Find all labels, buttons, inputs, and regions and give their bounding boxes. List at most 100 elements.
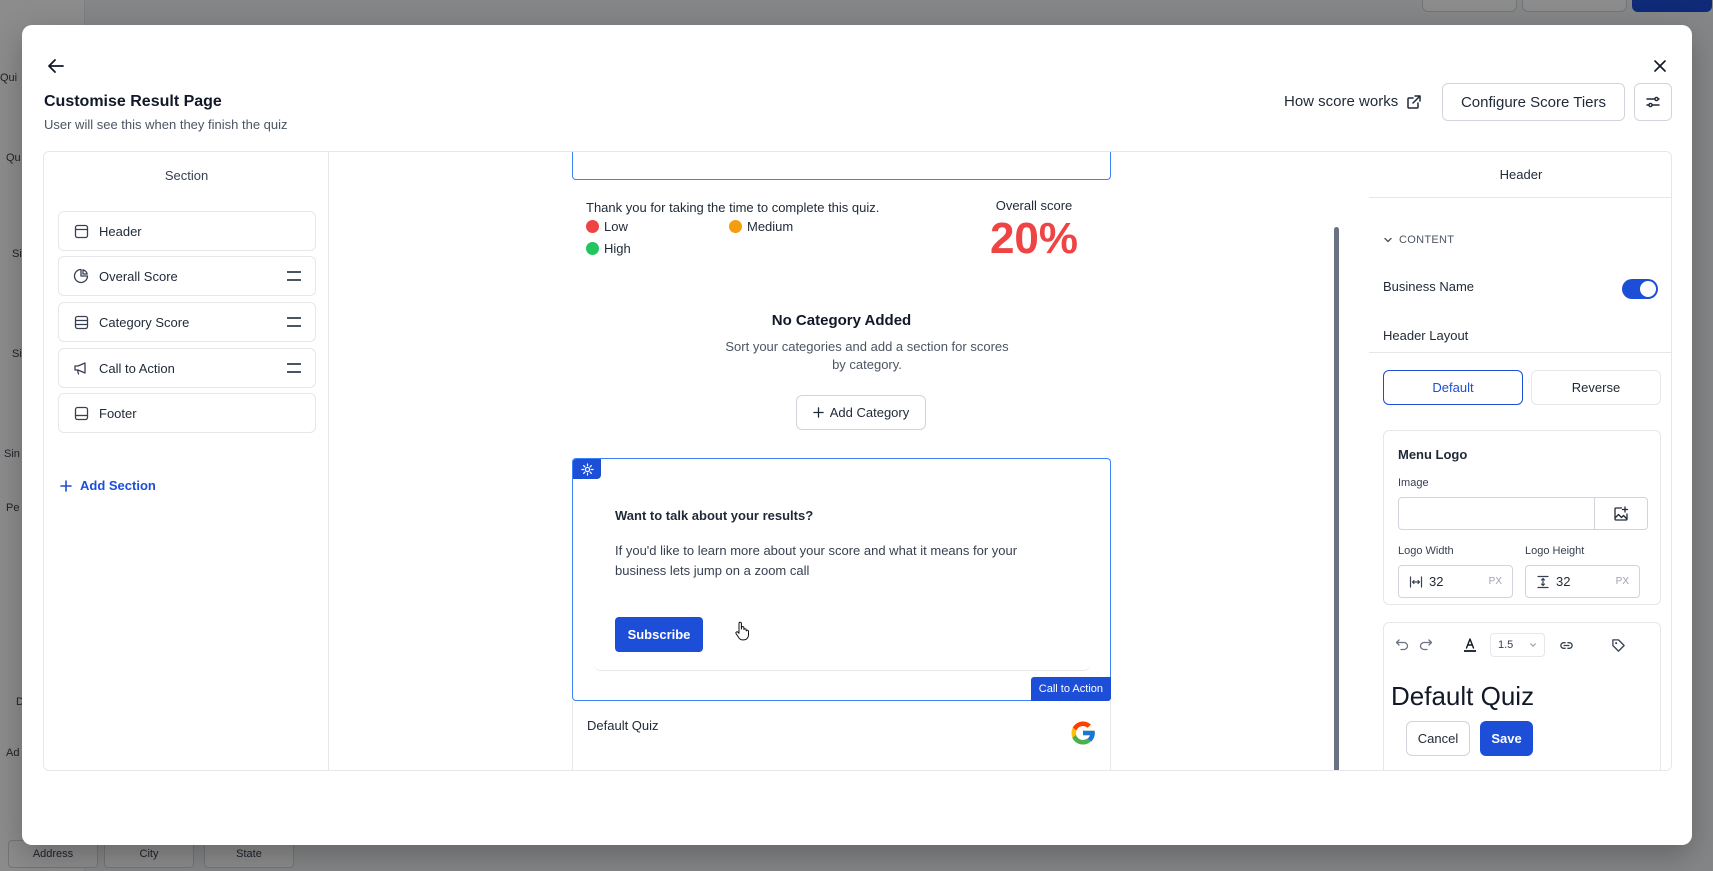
width-arrows-icon (1409, 575, 1423, 588)
modal-subtitle: User will see this when they finish the … (44, 117, 288, 132)
content-collapse-toggle[interactable]: CONTENT (1383, 234, 1454, 246)
close-button[interactable] (1646, 52, 1674, 80)
unit-label: PX (1615, 576, 1629, 587)
section-panel: Section Header Overall Score Category Sc… (44, 152, 329, 770)
header-section-preview[interactable] (572, 152, 1111, 180)
arrow-left-icon (48, 59, 64, 73)
image-add-icon (1614, 505, 1629, 521)
save-button[interactable]: Save (1480, 721, 1533, 756)
close-icon (1654, 60, 1666, 72)
undo-button[interactable] (1392, 635, 1412, 655)
text-color-button[interactable] (1460, 635, 1480, 655)
how-score-works-link[interactable]: How score works (1284, 93, 1422, 110)
logo-height-input[interactable]: 32 PX (1525, 565, 1640, 598)
section-item-label: Header (99, 223, 142, 239)
subscribe-button[interactable]: Subscribe (615, 617, 703, 652)
layout-reverse-button[interactable]: Reverse (1531, 370, 1661, 405)
legend-label: Low (604, 219, 628, 234)
cancel-button[interactable]: Cancel (1406, 721, 1470, 756)
section-item-label: Category Score (99, 314, 190, 330)
add-category-label: Add Category (829, 405, 910, 420)
line-height-value: 1.5 (1498, 639, 1514, 651)
drag-handle-icon[interactable] (287, 363, 301, 373)
properties-title: Header (1369, 152, 1671, 198)
height-arrows-icon (1537, 575, 1549, 588)
legend-medium: Medium (729, 219, 793, 234)
legend-high: High (586, 241, 631, 256)
image-input[interactable] (1398, 497, 1595, 530)
tag-icon (1611, 638, 1625, 652)
footer-business-name: Default Quiz (587, 718, 659, 733)
plus-icon (813, 407, 824, 418)
menu-logo-title: Menu Logo (1398, 447, 1468, 462)
redo-button[interactable] (1416, 635, 1436, 655)
green-dot-icon (586, 242, 599, 255)
editor-content[interactable]: Default Quiz (1391, 681, 1534, 712)
business-name-toggle[interactable] (1622, 279, 1658, 299)
logo-width-label: Logo Width (1398, 545, 1454, 557)
layout-default-button[interactable]: Default (1383, 370, 1523, 405)
section-panel-title: Section (164, 168, 209, 183)
red-dot-icon (586, 220, 599, 233)
no-category-description: Sort your categories and add a section f… (725, 339, 1009, 372)
cta-text: If you'd like to learn more about your s… (615, 543, 1018, 578)
result-page-preview: Thank you for taking the time to complet… (329, 152, 1369, 770)
line-height-select[interactable]: 1.5 (1490, 633, 1545, 657)
pie-chart-icon (73, 268, 89, 284)
call-to-action-preview[interactable]: Want to talk about your results? If you'… (572, 458, 1111, 701)
section-item-category-score[interactable]: Category Score (58, 302, 316, 342)
legend-label: Medium (747, 219, 794, 234)
google-logo-icon (1071, 721, 1096, 745)
divider (1369, 352, 1671, 353)
properties-panel: Header CONTENT Business Name Header Layo… (1369, 152, 1671, 770)
image-upload-button[interactable] (1595, 497, 1648, 530)
logo-height-value: 32 (1556, 574, 1571, 589)
preview-scrollbar[interactable] (1334, 227, 1339, 770)
link-button[interactable] (1556, 635, 1576, 655)
back-button[interactable] (42, 52, 70, 80)
hand-cursor-icon (735, 621, 749, 641)
undo-icon (1395, 639, 1409, 651)
content-label: CONTENT (1399, 234, 1455, 246)
external-link-icon (1407, 94, 1421, 109)
image-label: Image (1398, 477, 1429, 489)
logo-width-input[interactable]: 32 PX (1398, 565, 1513, 598)
settings-button[interactable] (1634, 83, 1672, 121)
logo-width-value: 32 (1429, 574, 1444, 589)
section-item-footer[interactable]: Footer (58, 393, 316, 433)
section-item-label: Call to Action (99, 360, 175, 376)
footer-section-preview[interactable]: Default Quiz (572, 701, 1111, 770)
no-category-title: No Category Added (771, 312, 912, 329)
list-rows-icon (73, 314, 89, 330)
business-name-label: Business Name (1383, 279, 1475, 294)
section-item-label: Footer (99, 405, 137, 421)
overall-score-label: Overall score (995, 198, 1073, 213)
layout-footer-icon (73, 405, 89, 421)
add-category-button[interactable]: Add Category (796, 395, 926, 430)
drag-handle-icon[interactable] (287, 271, 301, 281)
drag-handle-icon[interactable] (287, 317, 301, 327)
legend-label: High (604, 241, 631, 256)
layout-header-icon (73, 223, 89, 239)
cta-title: Want to talk about your results? (615, 508, 814, 523)
tag-button[interactable] (1608, 635, 1628, 655)
section-tag: Call to Action (1030, 677, 1111, 701)
add-section-button[interactable]: Add Section (60, 478, 156, 493)
call-to-action-card: Want to talk about your results? If you'… (593, 459, 1091, 671)
section-item-call-to-action[interactable]: Call to Action (58, 348, 316, 388)
add-section-label: Add Section (80, 478, 156, 493)
logo-height-label: Logo Height (1525, 545, 1585, 557)
thank-you-text: Thank you for taking the time to complet… (586, 200, 880, 215)
chevron-down-icon (1384, 237, 1392, 243)
editor-area: Section Header Overall Score Category Sc… (43, 151, 1672, 771)
chevron-down-icon (1530, 643, 1536, 647)
sliders-icon (1646, 96, 1660, 108)
section-item-overall-score[interactable]: Overall Score (58, 256, 316, 296)
configure-score-tiers-button[interactable]: Configure Score Tiers (1442, 83, 1625, 121)
header-layout-label: Header Layout (1383, 328, 1469, 343)
plus-icon (60, 479, 72, 492)
link-icon (1559, 641, 1573, 649)
section-item-header[interactable]: Header (58, 211, 316, 251)
section-item-label: Overall Score (99, 268, 178, 284)
menu-logo-card: Menu Logo Image Logo Width Logo Height 3… (1383, 430, 1661, 605)
